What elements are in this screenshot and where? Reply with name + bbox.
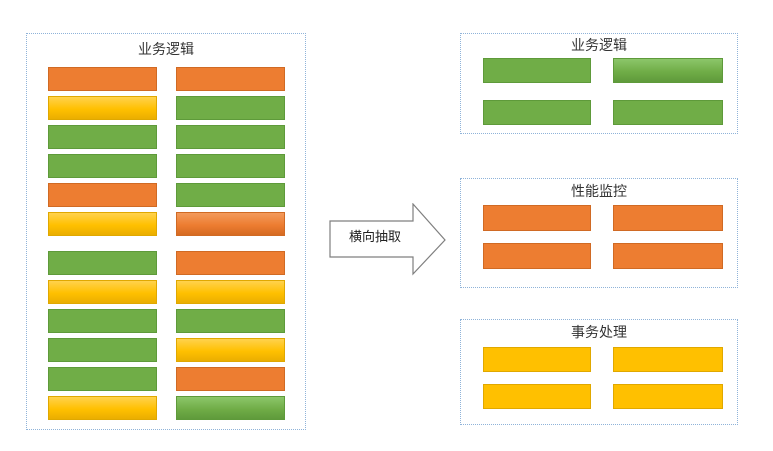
business-logic-bar <box>613 100 723 125</box>
left-bar-green <box>176 309 285 333</box>
left-bar-green <box>48 338 157 362</box>
left-bar-yellow <box>48 396 157 420</box>
transaction-processing-bar <box>483 347 591 372</box>
left-bar-yellow <box>48 96 157 120</box>
left-bar-orange <box>176 251 285 275</box>
left-panel-title: 业务逻辑 <box>138 42 194 58</box>
left-bar-green <box>48 367 157 391</box>
left-bar-orange <box>176 67 285 91</box>
performance-monitoring-bar <box>483 205 591 231</box>
left-bar-orange <box>176 212 285 236</box>
left-bar-green <box>48 125 157 149</box>
left-bar-orange <box>48 67 157 91</box>
left-bar-green <box>176 125 285 149</box>
left-bar-green <box>176 183 285 207</box>
right-panel-title: 业务逻辑 <box>571 38 627 54</box>
left-bar-yellow <box>48 280 157 304</box>
transaction-processing-bar <box>613 384 723 409</box>
left-bar-orange <box>176 367 285 391</box>
right-panel-performance-monitoring: 性能监控 <box>460 178 738 288</box>
left-panel: 业务逻辑 <box>26 33 306 430</box>
right-panel-title: 事务处理 <box>571 325 627 341</box>
left-bar-yellow <box>48 212 157 236</box>
right-panel-title: 性能监控 <box>571 184 627 200</box>
business-logic-bar <box>483 58 591 83</box>
left-bar-green <box>48 154 157 178</box>
left-bar-orange <box>48 183 157 207</box>
transaction-processing-bar <box>613 347 723 372</box>
left-bar-green <box>176 96 285 120</box>
business-logic-bar <box>613 58 723 83</box>
left-bar-green <box>48 309 157 333</box>
left-bar-green <box>48 251 157 275</box>
transaction-processing-bar <box>483 384 591 409</box>
performance-monitoring-bar <box>613 205 723 231</box>
left-bar-yellow <box>176 280 285 304</box>
left-bar-yellow <box>176 338 285 362</box>
left-bar-green <box>176 154 285 178</box>
right-panel-transaction-processing: 事务处理 <box>460 319 738 425</box>
right-panel-business-logic: 业务逻辑 <box>460 33 738 134</box>
performance-monitoring-bar <box>483 243 591 269</box>
performance-monitoring-bar <box>613 243 723 269</box>
business-logic-bar <box>483 100 591 125</box>
arrow-label: 横向抽取 <box>348 230 401 245</box>
left-bar-green <box>176 396 285 420</box>
